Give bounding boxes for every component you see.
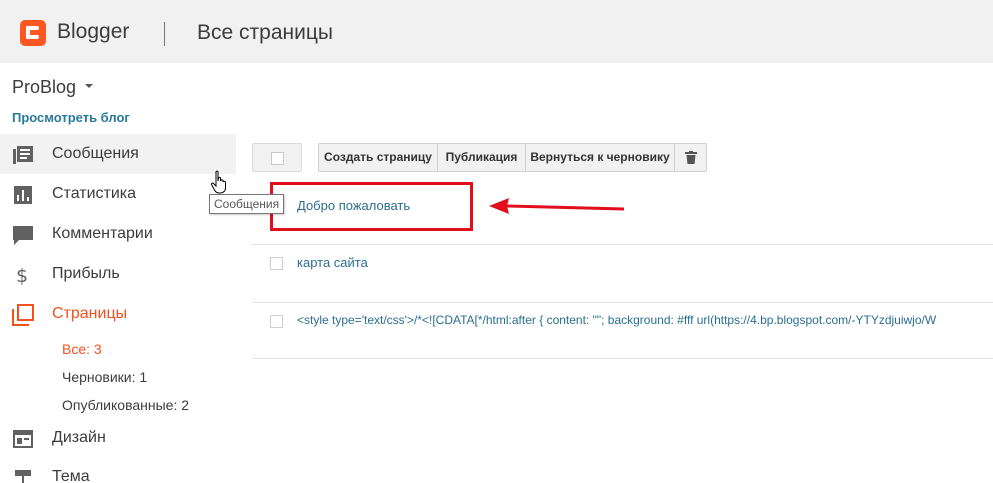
pages-filter-published[interactable]: Опубликованные: 2 bbox=[62, 397, 189, 413]
page-row[interactable]: <style type='text/css'>/*<![CDATA[*/html… bbox=[252, 295, 993, 352]
sidebar-item-label: Тема bbox=[52, 468, 90, 483]
pages-filter-drafts[interactable]: Черновики: 1 bbox=[62, 369, 147, 385]
brand-name: Blogger bbox=[57, 20, 130, 43]
sidebar-item-stats[interactable]: Статистика bbox=[0, 174, 236, 214]
select-all-checkbox[interactable] bbox=[271, 152, 284, 165]
sidebar-item-theme[interactable]: Тема bbox=[0, 457, 236, 483]
sidebar-item-pages[interactable]: Страницы bbox=[0, 294, 236, 334]
revert-to-draft-button[interactable]: Вернуться к черновику bbox=[525, 143, 675, 172]
layout-icon bbox=[13, 430, 33, 448]
page-row[interactable]: карта сайта bbox=[252, 237, 993, 294]
highlight-box bbox=[270, 182, 473, 231]
sidebar-item-label: Дизайн bbox=[52, 429, 106, 446]
blog-selector[interactable]: ProBlog bbox=[12, 77, 94, 98]
dollar-icon: $ bbox=[16, 265, 28, 286]
create-page-button[interactable]: Создать страницу bbox=[318, 143, 438, 172]
sidebar-item-label: Страницы bbox=[52, 305, 128, 322]
page-title: Все страницы bbox=[197, 21, 333, 44]
publish-button[interactable]: Публикация bbox=[437, 143, 526, 172]
sidebar-item-label: Сообщения bbox=[52, 145, 139, 162]
page-title-link[interactable]: <style type='text/css'>/*<![CDATA[*/html… bbox=[297, 313, 936, 327]
sidebar-item-comments[interactable]: Комментарии bbox=[0, 214, 236, 254]
sidebar-item-label: Статистика bbox=[52, 185, 137, 202]
delete-button[interactable] bbox=[674, 143, 707, 172]
blog-name: ProBlog bbox=[12, 77, 77, 97]
pages-icon bbox=[12, 304, 34, 326]
comments-icon bbox=[13, 226, 33, 245]
tooltip: Сообщения bbox=[209, 194, 285, 214]
blogger-logo[interactable] bbox=[20, 20, 46, 46]
sidebar-item-posts[interactable]: Сообщения bbox=[0, 134, 236, 174]
row-divider bbox=[252, 358, 993, 359]
view-blog-link[interactable]: Просмотреть блог bbox=[12, 110, 130, 125]
sidebar-item-label: Комментарии bbox=[52, 225, 153, 242]
row-checkbox[interactable] bbox=[270, 315, 283, 328]
stats-icon bbox=[14, 186, 32, 204]
caret-down-icon bbox=[85, 84, 94, 89]
row-checkbox[interactable] bbox=[270, 257, 283, 270]
sidebar-item-label: Прибыль bbox=[52, 265, 120, 282]
header-divider bbox=[164, 22, 165, 46]
pages-filter-all[interactable]: Все: 3 bbox=[62, 341, 102, 357]
top-bar: Blogger Все страницы bbox=[0, 0, 993, 63]
trash-icon bbox=[684, 151, 697, 164]
red-arrow-icon bbox=[489, 198, 625, 214]
svg-text:$: $ bbox=[16, 265, 28, 286]
sidebar-item-earnings[interactable]: $ Прибыль bbox=[0, 254, 236, 294]
theme-icon bbox=[15, 470, 31, 483]
select-all-dropdown[interactable] bbox=[252, 143, 302, 172]
posts-icon bbox=[13, 146, 33, 164]
sidebar-item-layout[interactable]: Дизайн bbox=[0, 418, 236, 458]
hand-cursor-icon bbox=[210, 170, 226, 194]
page-title-link[interactable]: карта сайта bbox=[297, 255, 368, 270]
blogger-b-icon bbox=[26, 26, 39, 39]
